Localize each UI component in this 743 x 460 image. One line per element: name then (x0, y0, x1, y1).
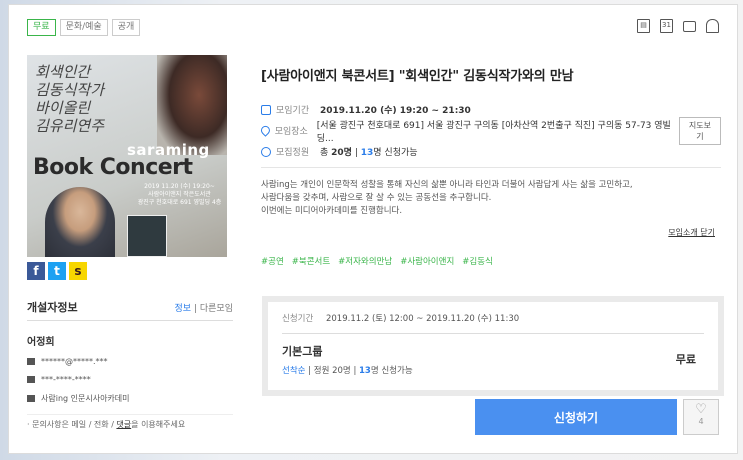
info-row-people: 모집정원 총 20명 | 13명 신청가능 (261, 141, 721, 162)
calendar-31-icon[interactable]: 31 (660, 19, 673, 33)
twitter-icon[interactable]: t (48, 262, 66, 280)
poster-details: 2019 11.20 (수) 19:20~ 사람아이앤지 작은도서관 광진구 천… (137, 183, 222, 206)
organizer-phone: ***-****-**** (41, 375, 91, 384)
registration-group-details: 선착순 | 정원 20명 | 13명 신청가능 (282, 366, 413, 376)
hashtag[interactable]: #북콘서트 (292, 255, 330, 267)
share-buttons: f t s (27, 262, 87, 280)
bookmark-icon[interactable] (706, 19, 719, 33)
hashtag[interactable]: #사람아이앤지 (400, 255, 454, 267)
poster-book-image (127, 215, 167, 257)
organizer-org: 사람ing 인문시사아카데미 (41, 394, 130, 403)
event-info-list: 모임기간 2019.11.20 (수) 19:20 ~ 21:30 모임장소 [… (259, 99, 722, 162)
hashtag[interactable]: #김동식 (462, 255, 493, 267)
like-count: 4 (698, 417, 704, 426)
event-poster: 회색인간 김동식작가 바이올린 김유리연주 saraming Book Conc… (27, 55, 227, 257)
calendar-icon (261, 104, 271, 115)
tag-visibility: 공개 (111, 19, 141, 36)
event-title: [사람아이앤지 북콘서트] "회색인간" 김동식작가와의 만남 (261, 69, 574, 84)
registration-period: 신청기간 2019.11.2 (토) 12:00 ~ 2019.11.20 (수… (282, 314, 520, 324)
organizer-email: ******@*****.*** (41, 357, 108, 366)
registration-box: 신청기간 2019.11.2 (토) 12:00 ~ 2019.11.20 (수… (262, 296, 724, 396)
organizer-other-meetings-link[interactable]: 다른모임 (200, 304, 233, 314)
facebook-icon[interactable]: f (27, 262, 45, 280)
registration-price: 무료 (675, 353, 696, 366)
kakaostory-icon[interactable]: s (69, 262, 87, 280)
divider (261, 167, 721, 168)
event-place: [서울 광진구 천호대로 691] 서울 광진구 구의동 [아차산역 2번출구 … (316, 120, 671, 144)
poster-violinist-photo (157, 55, 227, 155)
divider (282, 333, 704, 334)
mail-icon (27, 358, 35, 365)
poster-author-photo (45, 187, 115, 257)
poster-handwriting: 회색인간 김동식작가 바이올린 김유리연주 (35, 63, 105, 135)
tag-list: 무료 문화/예술 공개 (27, 19, 141, 36)
apply-button[interactable]: 신청하기 (475, 399, 677, 435)
people-total: 20명 (331, 148, 352, 158)
user-icon (261, 146, 271, 157)
like-button[interactable]: ♡ 4 (683, 399, 719, 435)
organizer-contact-note: · 문의사항은 메일 / 전화 / 댓글을 이용해주세요 (27, 414, 233, 430)
hashtag[interactable]: #공연 (261, 255, 284, 267)
event-date: 2019.11.20 (수) 19:20 ~ 21:30 (320, 106, 471, 116)
organizer-name: 어정희 (27, 337, 55, 348)
hashtag[interactable]: #저자와의만남 (338, 255, 392, 267)
event-description: 사람ing는 개인이 인문학적 성찰을 통해 자신의 삶뿐 아니라 타인과 더불… (261, 180, 633, 216)
organizer-heading: 개설자정보 (27, 301, 78, 314)
organizer-info: 개설자정보 정보 | 다른모임 어정희 ******@*****.*** ***… (27, 301, 233, 430)
heart-icon: ♡ (695, 402, 707, 417)
poster-headline: Book Concert (33, 155, 193, 180)
building-icon (27, 395, 35, 402)
hashtag-list: #공연 #북콘서트 #저자와의만남 #사람아이앤지 #김동식 (261, 255, 493, 267)
close-intro-link[interactable]: 모임소개 닫기 (668, 227, 715, 238)
comment-link[interactable]: 댓글 (116, 420, 131, 429)
print-icon[interactable] (683, 21, 696, 32)
toolbar: ▤ 31 (637, 19, 719, 33)
info-row-place: 모임장소 [서울 광진구 천호대로 691] 서울 광진구 구의동 [아차산역 … (259, 116, 722, 145)
location-pin-icon (259, 124, 272, 137)
tag-category: 문화/예술 (59, 19, 108, 36)
view-map-button[interactable]: 지도보기 (678, 116, 722, 145)
registration-group-name: 기본그룹 (282, 345, 323, 358)
event-card: 무료 문화/예술 공개 ▤ 31 회색인간 김동식작가 바이올린 김유리연주 s… (8, 4, 738, 454)
tag-free: 무료 (27, 19, 56, 36)
phone-icon (27, 376, 35, 383)
organizer-info-link[interactable]: 정보 (175, 304, 192, 314)
calendar-add-icon[interactable]: ▤ (637, 19, 650, 33)
people-available-count: 13 (360, 148, 374, 158)
